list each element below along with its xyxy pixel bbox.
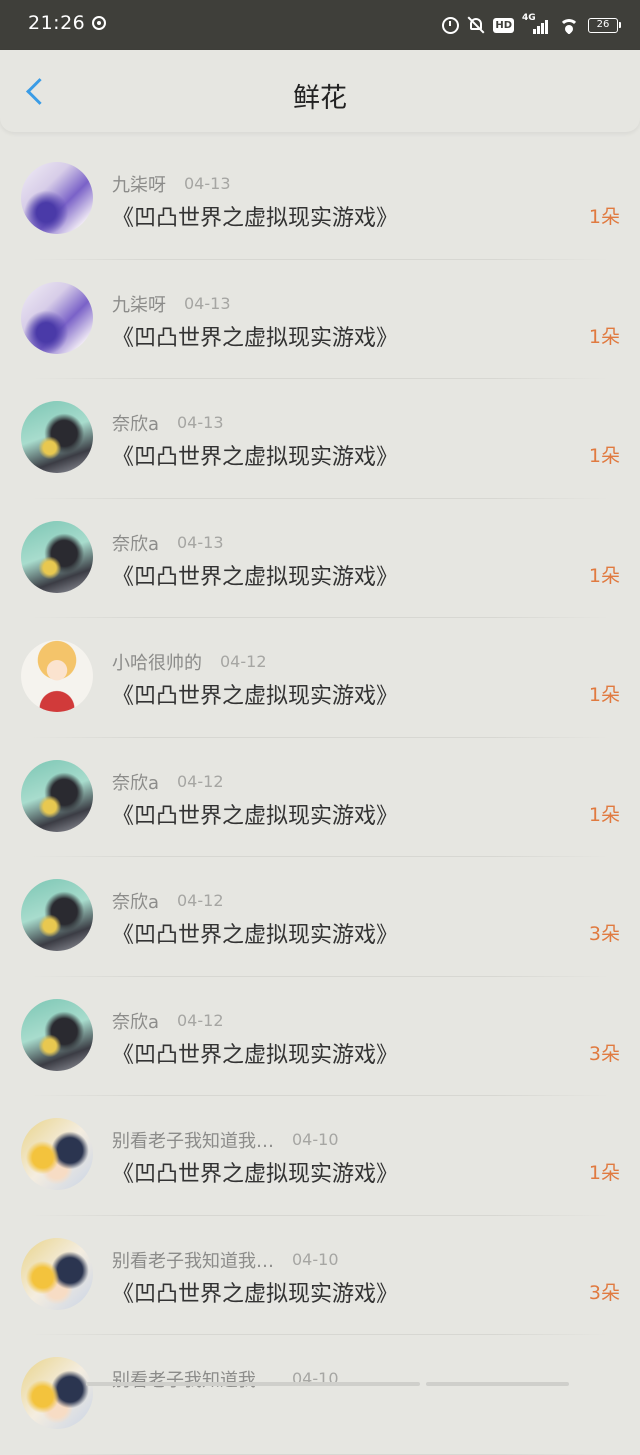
book-title: 《凹凸世界之虚拟现实游戏》 bbox=[112, 1162, 399, 1187]
book-title: 《凹凸世界之虚拟现实游戏》 bbox=[112, 564, 399, 590]
book-title: 《凹凸世界之虚拟现实游戏》 bbox=[112, 803, 399, 829]
flower-list: 九柒呀 04-13 《凹凸世界之虚拟现实游戏》 1朵 九柒呀 04-13 《凹凸世界之虚拟现… bbox=[0, 140, 640, 1455]
gift-date: 04-13 bbox=[177, 413, 224, 432]
flower-count: 1朵 bbox=[588, 206, 620, 228]
user-name: 九柒呀 bbox=[112, 294, 166, 316]
list-item[interactable]: 奈欣a 04-13 《凹凸世界之虚拟现实游戏》 1朵 bbox=[0, 379, 640, 499]
gift-date: 04-12 bbox=[220, 652, 267, 671]
flower-count: 3朵 bbox=[588, 923, 620, 945]
flower-count: 3朵 bbox=[588, 1042, 620, 1065]
flower-count: 1朵 bbox=[588, 325, 620, 348]
user-name: 奈欣a bbox=[112, 1011, 160, 1033]
status-bar: 21:26 HD 4G 26 bbox=[0, 0, 640, 50]
avatar[interactable] bbox=[21, 879, 93, 951]
user-name: 奈欣a bbox=[112, 892, 160, 913]
gift-date: 04-10 bbox=[292, 1249, 339, 1269]
book-title: 《凹凸世界之虚拟现实游戏》 bbox=[112, 1042, 399, 1068]
screen-record-icon bbox=[92, 16, 106, 30]
book-title: 《凹凸世界之虚拟现实游戏》 bbox=[112, 1281, 399, 1307]
wifi-icon bbox=[558, 16, 580, 34]
flower-count: 1朵 bbox=[588, 684, 620, 706]
list-item[interactable]: 别看老子我知道我… 04-10 《凹凸世界之虚拟现实游戏》 1朵 bbox=[0, 1096, 640, 1216]
avatar[interactable] bbox=[21, 759, 93, 832]
network-label: 4G bbox=[522, 13, 536, 23]
gift-date: 04-12 bbox=[177, 771, 224, 791]
flower-count: 3朵 bbox=[588, 1281, 620, 1304]
user-name: 奈欣a bbox=[112, 772, 160, 794]
signal-icon: 4G bbox=[522, 13, 550, 35]
list-item[interactable]: 九柒呀 04-13 《凹凸世界之虚拟现实游戏》 1朵 bbox=[0, 260, 640, 380]
avatar[interactable] bbox=[21, 1237, 93, 1310]
mute-icon bbox=[467, 16, 485, 34]
list-item[interactable]: 奈欣a 04-12 《凹凸世界之虚拟现实游戏》 3朵 bbox=[0, 977, 640, 1097]
user-name: 别看老子我知道我… bbox=[112, 1131, 274, 1152]
book-title: 《凹凸世界之虚拟现实游戏》 bbox=[112, 445, 399, 470]
avatar[interactable] bbox=[21, 1357, 93, 1429]
gesture-bar-left bbox=[86, 1382, 420, 1386]
user-name: 别看老子我知道我… bbox=[112, 1370, 274, 1391]
status-icons: HD 4G 26 bbox=[442, 12, 621, 38]
user-name: 小哈很帅的 bbox=[112, 653, 202, 674]
app-header: 鲜花 bbox=[0, 50, 640, 132]
gift-date: 04-13 bbox=[184, 174, 231, 193]
list-item[interactable]: 小哈很帅的 04-12 《凹凸世界之虚拟现实游戏》 1朵 bbox=[0, 618, 640, 738]
gesture-bar-right bbox=[426, 1382, 569, 1386]
flower-count: 1朵 bbox=[588, 564, 620, 587]
gift-date: 04-12 bbox=[177, 891, 224, 910]
user-name: 九柒呀 bbox=[112, 175, 166, 196]
list-item[interactable]: 奈欣a 04-13 《凹凸世界之虚拟现实游戏》 1朵 bbox=[0, 499, 640, 619]
hd-icon: HD bbox=[493, 17, 514, 33]
alarm-icon bbox=[442, 16, 460, 34]
avatar[interactable] bbox=[21, 640, 93, 712]
list-item[interactable]: 别看老子我知道我… 04-10 bbox=[0, 1335, 640, 1455]
list-item[interactable]: 奈欣a 04-12 《凹凸世界之虚拟现实游戏》 1朵 bbox=[0, 738, 640, 858]
user-name: 奈欣a bbox=[112, 533, 160, 555]
gift-date: 04-13 bbox=[177, 532, 224, 552]
battery-icon: 26 bbox=[588, 17, 621, 33]
book-title: 《凹凸世界之虚拟现实游戏》 bbox=[112, 684, 399, 709]
avatar[interactable] bbox=[21, 520, 93, 593]
book-title: 《凹凸世界之虚拟现实游戏》 bbox=[112, 325, 399, 351]
list-item[interactable]: 九柒呀 04-13 《凹凸世界之虚拟现实游戏》 1朵 bbox=[0, 140, 640, 260]
avatar[interactable] bbox=[21, 162, 93, 234]
gift-date: 04-10 bbox=[292, 1130, 339, 1149]
list-item[interactable]: 奈欣a 04-12 《凹凸世界之虚拟现实游戏》 3朵 bbox=[0, 857, 640, 977]
flower-count: 1朵 bbox=[588, 1162, 620, 1184]
list-item[interactable]: 别看老子我知道我… 04-10 《凹凸世界之虚拟现实游戏》 3朵 bbox=[0, 1216, 640, 1336]
user-name: 奈欣a bbox=[112, 414, 160, 435]
page-title: 鲜花 bbox=[293, 83, 347, 114]
book-title: 《凹凸世界之虚拟现实游戏》 bbox=[112, 923, 399, 948]
status-time: 21:26 bbox=[28, 12, 86, 34]
book-title: 《凹凸世界之虚拟现实游戏》 bbox=[112, 206, 399, 231]
avatar[interactable] bbox=[21, 281, 93, 354]
user-name: 别看老子我知道我… bbox=[112, 1250, 274, 1272]
gift-date: 04-13 bbox=[184, 293, 231, 313]
avatar[interactable] bbox=[21, 1118, 93, 1190]
avatar[interactable] bbox=[21, 401, 93, 473]
flower-count: 1朵 bbox=[588, 445, 620, 467]
gift-date: 04-12 bbox=[177, 1010, 224, 1030]
flower-count: 1朵 bbox=[588, 803, 620, 826]
avatar[interactable] bbox=[21, 998, 93, 1071]
